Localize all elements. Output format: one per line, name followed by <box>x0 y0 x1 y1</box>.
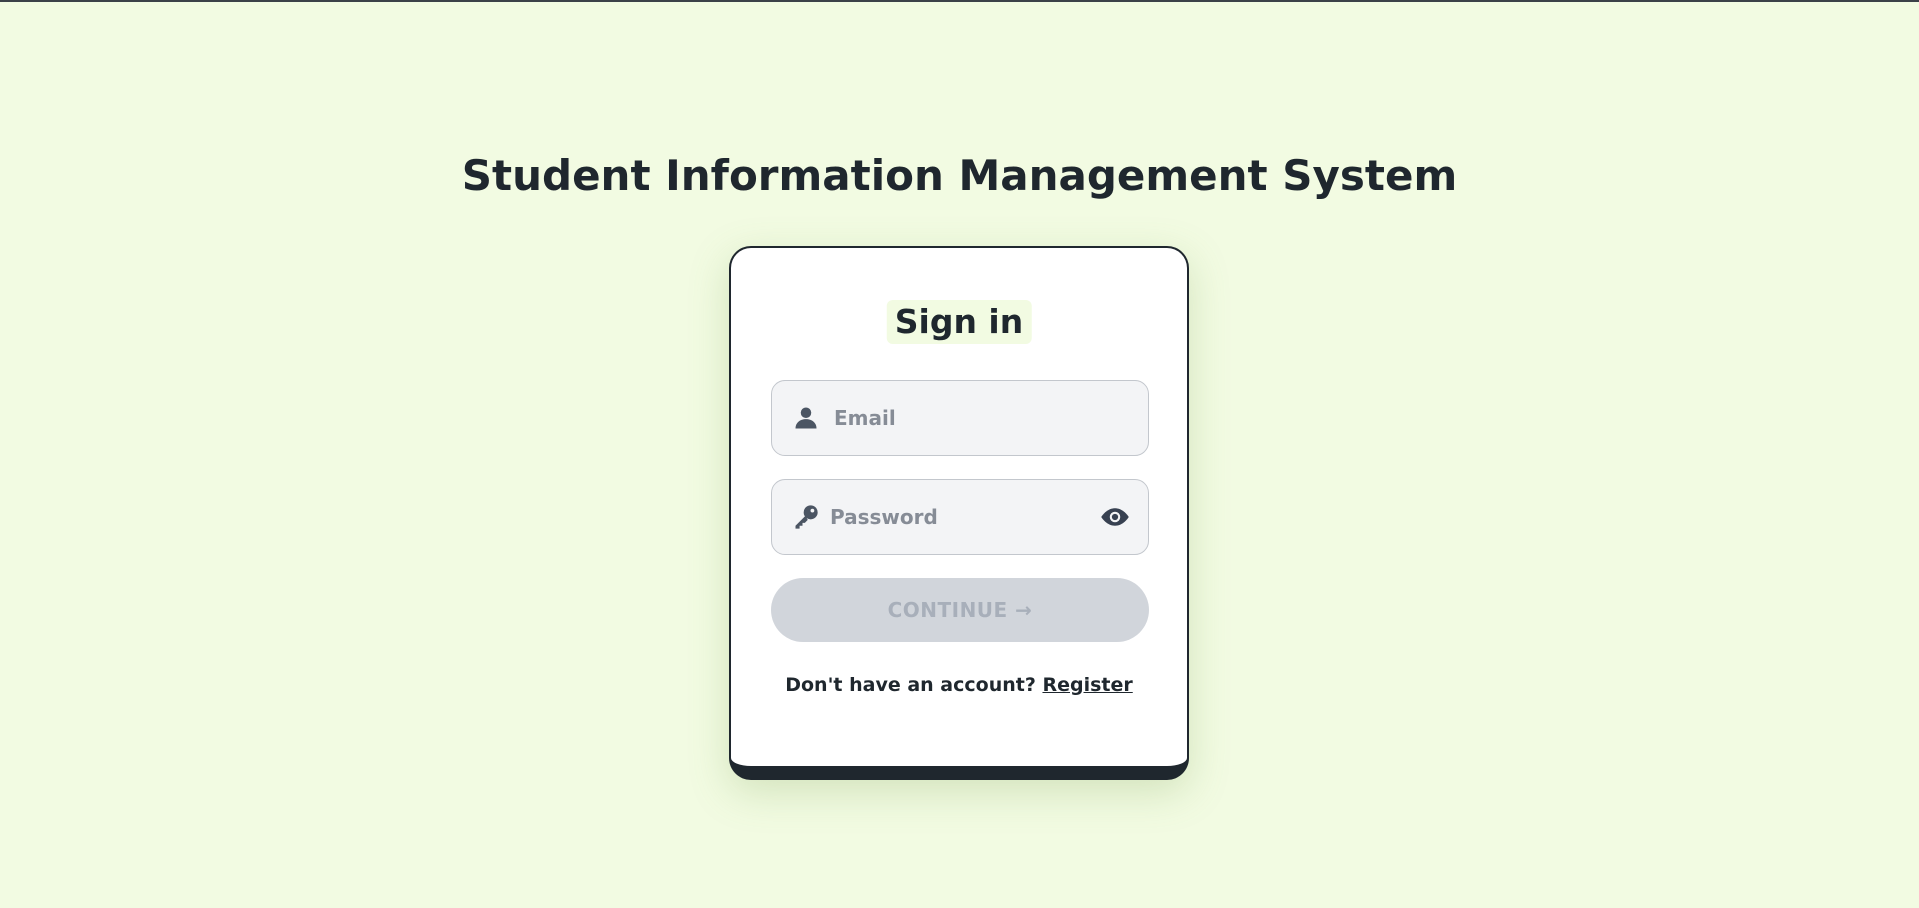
signin-card: Sign in CONTINUE → Don't have an account… <box>729 246 1189 780</box>
register-link[interactable]: Register <box>1042 674 1132 696</box>
key-icon <box>795 505 818 529</box>
email-field[interactable] <box>771 380 1149 456</box>
register-prompt-text: Don't have an account? <box>785 674 1043 696</box>
email-input[interactable] <box>834 381 1084 455</box>
eye-icon[interactable] <box>1100 502 1130 532</box>
page-title: Student Information Management System <box>461 151 1458 200</box>
signin-heading: Sign in <box>886 300 1032 344</box>
continue-button[interactable]: CONTINUE → <box>771 578 1149 642</box>
password-input[interactable] <box>830 480 1080 554</box>
password-field[interactable] <box>771 479 1149 555</box>
register-prompt: Don't have an account? Register <box>731 674 1187 696</box>
user-icon <box>795 407 817 429</box>
